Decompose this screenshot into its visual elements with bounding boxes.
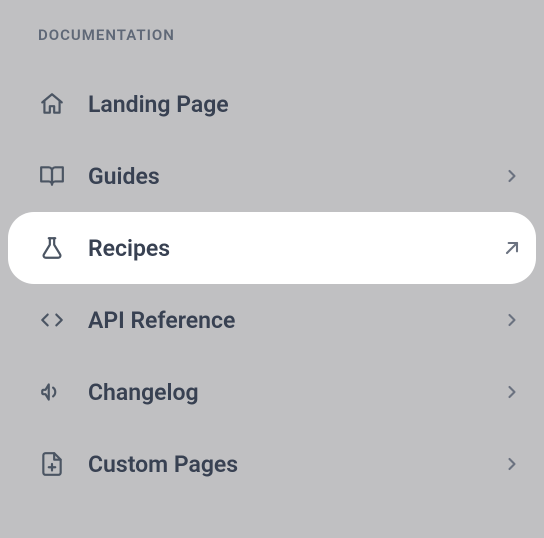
chevron-right-icon <box>502 454 522 474</box>
chevron-right-icon <box>502 310 522 330</box>
nav-item-landing-page[interactable]: Landing Page <box>0 68 544 140</box>
book-icon <box>38 162 66 190</box>
nav-item-label: Guides <box>88 163 502 190</box>
nav-item-changelog[interactable]: Changelog <box>0 356 544 428</box>
nav-item-label: Custom Pages <box>88 451 502 478</box>
nav-item-label: API Reference <box>88 307 502 334</box>
nav-item-custom-pages[interactable]: Custom Pages <box>0 428 544 500</box>
section-label: DOCUMENTATION <box>0 26 544 44</box>
code-icon <box>38 306 66 334</box>
nav-item-label: Recipes <box>88 235 502 262</box>
nav-list: Landing Page Guides Recipes API Referenc… <box>0 68 544 500</box>
megaphone-icon <box>38 378 66 406</box>
file-plus-icon <box>38 450 66 478</box>
home-icon <box>38 90 66 118</box>
arrow-up-right-icon <box>502 238 522 258</box>
nav-item-label: Landing Page <box>88 91 522 118</box>
nav-item-recipes[interactable]: Recipes <box>8 212 536 284</box>
nav-item-api-reference[interactable]: API Reference <box>0 284 544 356</box>
flask-icon <box>38 234 66 262</box>
nav-item-label: Changelog <box>88 379 502 406</box>
nav-item-guides[interactable]: Guides <box>0 140 544 212</box>
chevron-right-icon <box>502 382 522 402</box>
chevron-right-icon <box>502 166 522 186</box>
